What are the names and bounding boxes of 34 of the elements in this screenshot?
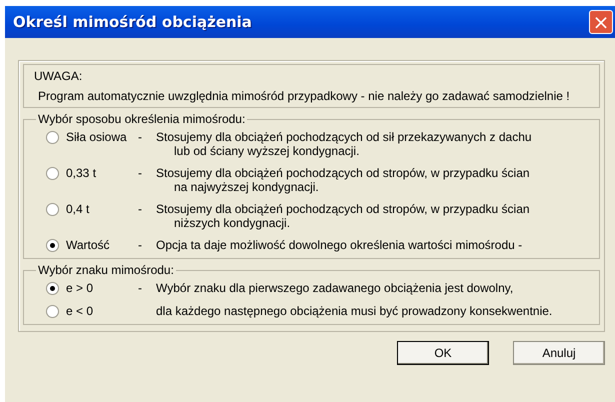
option-description: Stosujemy dla obciążeń pochodzących od sił przekazywanych z dachu (156, 130, 533, 144)
option-description: Stosujemy dla obciążeń pochodzących od stropów, w przypadku ścian (156, 166, 531, 180)
notice-heading: UWAGA: (34, 69, 84, 83)
option-description: Stosujemy dla obciążeń pochodzących od stropów, w przypadku ścian (156, 202, 531, 216)
option-description: lub od ściany wyższej kondygnacji. (173, 144, 360, 158)
option-description: Opcja ta daje możliwość dowolnego określenia wartości mimośrodu - (156, 238, 524, 252)
dash-separator: - (138, 130, 143, 144)
radio-button[interactable] (46, 282, 59, 295)
radio-button[interactable] (46, 239, 59, 252)
dialog-button[interactable]: Anuluj (513, 341, 605, 365)
radio-button[interactable] (46, 167, 59, 180)
radio-button[interactable] (46, 203, 59, 216)
dash-separator: - (138, 202, 143, 216)
option-label[interactable]: Wartość (66, 238, 134, 252)
option-description: na najwyższej kondygnacji. (173, 180, 320, 194)
group-title: Wybór sposobu określenia mimośrodu: (37, 112, 246, 126)
dash-separator: - (138, 238, 143, 252)
option-description: Wybór znaku dla pierwszego zadawanego obciążenia jest dowolny, (156, 281, 514, 295)
close-button[interactable]: × (589, 10, 613, 34)
dash-separator: - (138, 166, 143, 180)
notice-text: Program automatycznie uwzględnia mimośród przypadkowy - nie należy go zadawać samodzielnie ! (37, 89, 571, 103)
option-description: dla każdego następnego obciążenia musi być prowadzony konsekwentnie. (156, 304, 554, 318)
option-description: niższych kondygnacji. (173, 216, 292, 230)
option-label[interactable]: 0,33 t (66, 166, 134, 180)
radio-button[interactable] (46, 305, 59, 318)
option-label[interactable]: e < 0 (66, 304, 134, 318)
option-label[interactable]: e > 0 (66, 281, 134, 295)
dialog-button[interactable]: OK (397, 341, 489, 365)
radio-button[interactable] (46, 131, 59, 144)
option-label[interactable]: 0,4 t (66, 202, 134, 216)
window-title: Określ mimośród obciążenia (13, 13, 252, 31)
option-label[interactable]: Siła osiowa (66, 130, 134, 144)
dash-separator: - (138, 281, 143, 295)
group-title: Wybór znaku mimośrodu: (37, 263, 175, 277)
